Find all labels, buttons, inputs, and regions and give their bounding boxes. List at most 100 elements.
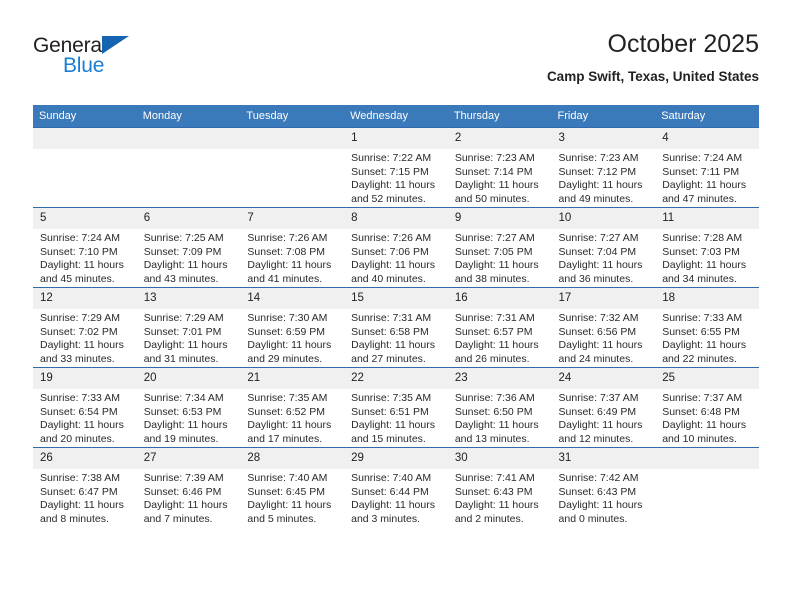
day-number: 2 [447,128,552,149]
daylight-duration-line1: Daylight: 11 hours [662,419,747,432]
calendar-day-cell[interactable]: 11 Sunrise: 7:28 AM Sunset: 7:03 PM Dayligh… [655,207,759,288]
day-number: 7 [240,208,345,229]
calendar-day-cell[interactable]: 18 Sunrise: 7:33 AM Sunset: 6:55 PM Dayligh… [655,287,759,368]
sunset-time: Sunset: 6:57 PM [454,325,533,338]
day-number: 23 [447,368,552,389]
general-blue-logo[interactable]: General Blue [33,34,213,80]
calendar-day-cell[interactable]: 6 Sunrise: 7:25 AM Sunset: 7:09 PM Daylight… [136,207,241,288]
calendar-day-cell[interactable]: 16 Sunrise: 7:31 AM Sunset: 6:57 PM Dayligh… [447,287,552,368]
sunrise-time: Sunrise: 7:41 AM [454,472,535,484]
sunrise-time: Sunrise: 7:26 AM [351,232,432,244]
daylight-duration-line1: Daylight: 11 hours [143,499,228,512]
daylight-duration-line2: and 5 minutes. [247,512,317,525]
sunset-time: Sunset: 6:43 PM [454,485,533,498]
daylight-duration-line2: and 52 minutes. [351,192,426,205]
sunset-time: Sunset: 6:55 PM [662,325,740,338]
sunrise-time: Sunrise: 7:27 AM [558,232,639,244]
calendar-day-cell[interactable]: 14 Sunrise: 7:30 AM Sunset: 6:59 PM Dayligh… [240,287,345,368]
day-details: Sunrise: 7:32 AM Sunset: 6:56 PM Daylight:… [552,309,656,366]
calendar-day-cell[interactable]: 7 Sunrise: 7:26 AM Sunset: 7:08 PM Daylight… [240,207,345,288]
daylight-duration-line1: Daylight: 11 hours [558,179,643,192]
calendar-day-cell[interactable]: 5 Sunrise: 7:24 AM Sunset: 7:10 PM Daylight… [33,207,137,288]
calendar-day-cell[interactable]: 12 Sunrise: 7:29 AM Sunset: 7:02 PM Dayligh… [33,287,137,368]
calendar-day-cell-empty [240,127,345,208]
daylight-duration-line2: and 47 minutes. [662,192,737,205]
calendar-day-cell[interactable]: 25 Sunrise: 7:37 AM Sunset: 6:48 PM Dayligh… [655,367,759,448]
sunrise-time: Sunrise: 7:37 AM [558,392,639,404]
daylight-duration-line2: and 50 minutes. [454,192,530,205]
daylight-duration-line1: Daylight: 11 hours [351,339,435,352]
sunset-time: Sunset: 6:53 PM [143,405,222,418]
day-number: 22 [344,368,448,389]
page-subtitle: Camp Swift, Texas, United States [546,69,759,84]
day-details: Sunrise: 7:26 AM Sunset: 7:08 PM Daylight:… [240,229,344,286]
day-number: 28 [240,448,345,469]
calendar-day-cell[interactable]: 31 Sunrise: 7:42 AM Sunset: 6:43 PM Dayligh… [551,447,656,527]
calendar-day-cell[interactable]: 2 Sunrise: 7:23 AM Sunset: 7:14 PM Daylight… [447,127,552,208]
day-details: Sunrise: 7:42 AM Sunset: 6:43 PM Daylight:… [552,469,656,526]
sunset-time: Sunset: 6:50 PM [454,405,533,418]
daylight-duration-line1: Daylight: 11 hours [247,259,332,272]
sunset-time: Sunset: 6:59 PM [247,325,326,338]
logo-triangle-icon [102,36,129,54]
calendar-day-cell[interactable]: 27 Sunrise: 7:39 AM Sunset: 6:46 PM Dayligh… [136,447,241,527]
sunset-time: Sunset: 7:04 PM [558,245,637,258]
calendar-day-cell[interactable]: 30 Sunrise: 7:41 AM Sunset: 6:43 PM Dayligh… [447,447,552,527]
calendar-day-cell[interactable]: 19 Sunrise: 7:33 AM Sunset: 6:54 PM Dayligh… [33,367,137,448]
calendar-day-cell[interactable]: 26 Sunrise: 7:38 AM Sunset: 6:47 PM Dayligh… [33,447,137,527]
day-number: 9 [447,208,552,229]
calendar-day-cell[interactable]: 28 Sunrise: 7:40 AM Sunset: 6:45 PM Dayligh… [240,447,345,527]
calendar-day-cell[interactable]: 13 Sunrise: 7:29 AM Sunset: 7:01 PM Dayligh… [136,287,241,368]
sunrise-time: Sunrise: 7:31 AM [454,312,535,324]
day-number: 20 [136,368,241,389]
daylight-duration-line2: and 29 minutes. [247,352,323,365]
day-number: 30 [447,448,552,469]
calendar-day-cell[interactable]: 1 Sunrise: 7:22 AM Sunset: 7:15 PM Daylight… [344,127,448,208]
daylight-duration-line2: and 2 minutes. [454,512,524,525]
sunrise-time: Sunrise: 7:39 AM [143,472,224,484]
calendar-day-cell[interactable]: 24 Sunrise: 7:37 AM Sunset: 6:49 PM Dayligh… [551,367,656,448]
daylight-duration-line2: and 20 minutes. [40,432,115,445]
calendar-day-cell[interactable]: 22 Sunrise: 7:35 AM Sunset: 6:51 PM Dayligh… [344,367,448,448]
daylight-duration-line2: and 43 minutes. [143,272,219,285]
day-number: 25 [655,368,759,389]
day-number [240,128,345,149]
day-details: Sunrise: 7:28 AM Sunset: 7:03 PM Daylight:… [655,229,759,286]
calendar-day-cell[interactable]: 10 Sunrise: 7:27 AM Sunset: 7:04 PM Dayligh… [551,207,656,288]
sunrise-time: Sunrise: 7:24 AM [662,152,743,164]
weekday-header-thursday: Thursday [447,105,552,128]
sunset-time: Sunset: 6:54 PM [40,405,118,418]
sunrise-time: Sunrise: 7:35 AM [351,392,432,404]
sunrise-sunset-calendar: Sunday Monday Tuesday Wednesday Thursday Frid… [33,105,759,527]
sunset-time: Sunset: 6:46 PM [143,485,222,498]
calendar-day-cell[interactable]: 15 Sunrise: 7:31 AM Sunset: 6:58 PM Dayligh… [344,287,448,368]
daylight-duration-line2: and 41 minutes. [247,272,323,285]
calendar-day-cell[interactable]: 8 Sunrise: 7:26 AM Sunset: 7:06 PM Daylight… [344,207,448,288]
day-details: Sunrise: 7:24 AM Sunset: 7:11 PM Daylight:… [655,149,759,206]
calendar-day-cell[interactable]: 21 Sunrise: 7:35 AM Sunset: 6:52 PM Dayligh… [240,367,345,448]
daylight-duration-line2: and 49 minutes. [558,192,634,205]
sunset-time: Sunset: 7:11 PM [662,165,740,178]
daylight-duration-line1: Daylight: 11 hours [558,419,643,432]
day-number [136,128,241,149]
calendar-day-cell[interactable]: 3 Sunrise: 7:23 AM Sunset: 7:12 PM Daylight… [551,127,656,208]
calendar-day-cell[interactable]: 9 Sunrise: 7:27 AM Sunset: 7:05 PM Daylight… [447,207,552,288]
sunset-time: Sunset: 6:43 PM [558,485,637,498]
calendar-day-cell[interactable]: 4 Sunrise: 7:24 AM Sunset: 7:11 PM Daylight… [655,127,759,208]
day-details: Sunrise: 7:29 AM Sunset: 7:01 PM Daylight:… [137,309,241,366]
calendar-day-cell[interactable]: 17 Sunrise: 7:32 AM Sunset: 6:56 PM Dayligh… [551,287,656,368]
sunrise-time: Sunrise: 7:25 AM [143,232,224,244]
sunrise-time: Sunrise: 7:28 AM [662,232,743,244]
calendar-day-cell[interactable]: 23 Sunrise: 7:36 AM Sunset: 6:50 PM Dayligh… [447,367,552,448]
day-details: Sunrise: 7:26 AM Sunset: 7:06 PM Daylight:… [344,229,448,286]
day-details: Sunrise: 7:24 AM Sunset: 7:10 PM Daylight:… [33,229,137,286]
daylight-duration-line1: Daylight: 11 hours [247,339,332,352]
day-details: Sunrise: 7:35 AM Sunset: 6:52 PM Daylight:… [240,389,344,446]
day-number: 31 [551,448,656,469]
daylight-duration-line2: and 31 minutes. [143,352,219,365]
sunset-time: Sunset: 7:02 PM [40,325,118,338]
day-details: Sunrise: 7:38 AM Sunset: 6:47 PM Daylight:… [33,469,137,526]
weekday-header-saturday: Saturday [655,105,759,128]
calendar-day-cell[interactable]: 20 Sunrise: 7:34 AM Sunset: 6:53 PM Dayligh… [136,367,241,448]
calendar-day-cell[interactable]: 29 Sunrise: 7:40 AM Sunset: 6:44 PM Dayligh… [344,447,448,527]
